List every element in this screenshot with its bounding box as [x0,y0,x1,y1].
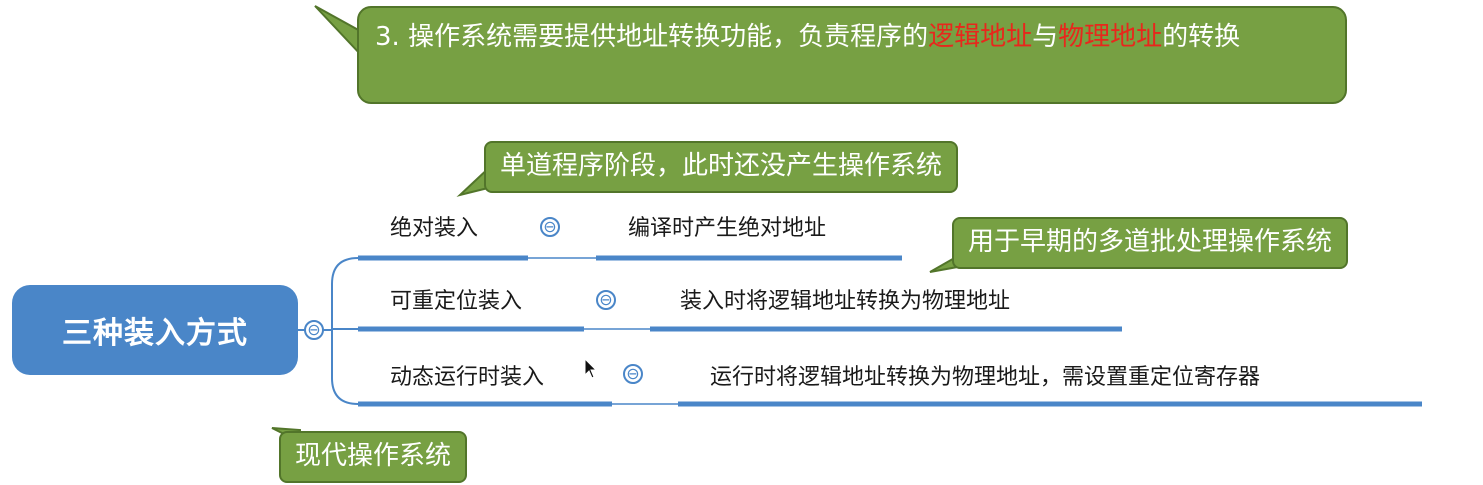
mouse-cursor-icon [584,358,598,379]
root-node[interactable]: 三种装入方式 [12,285,298,375]
detail-dynamic-load[interactable]: 运行时将逻辑地址转换为物理地址，需设置重定位寄存器 [710,364,1260,392]
single-program-callout: 单道程序阶段，此时还没产生操作系统 [484,141,959,193]
detail-relocatable-load[interactable]: 装入时将逻辑地址转换为物理地址 [680,288,1010,316]
mind-map-canvas: 3. 操作系统需要提供地址转换功能，负责程序的逻辑地址与物理地址的转换 单道程序… [0,0,1483,485]
modern-os-text: 现代操作系统 [295,441,452,471]
logical-address-highlight: 逻辑地址 [928,22,1033,52]
branch-1-collapse-toggle[interactable]: ⊖ [540,217,560,237]
address-translation-callout: 3. 操作系统需要提供地址转换功能，负责程序的逻辑地址与物理地址的转换 [357,6,1347,104]
root-label: 三种装入方式 [62,316,248,351]
callout-text-prefix: 3. 操作系统需要提供地址转换功能，负责程序的 [375,22,929,52]
branch-3-collapse-toggle[interactable]: ⊖ [623,364,643,384]
physical-address-highlight: 物理地址 [1058,22,1163,52]
single-program-text: 单道程序阶段，此时还没产生操作系统 [500,151,943,181]
detail-absolute-load[interactable]: 编译时产生绝对地址 [628,215,826,243]
callout-text-suffix: 的转换 [1162,22,1241,52]
branch-relocatable-load[interactable]: 可重定位装入 [390,288,522,316]
branch-absolute-load[interactable]: 绝对装入 [390,215,478,243]
root-collapse-toggle[interactable]: ⊖ [304,320,324,340]
modern-os-callout: 现代操作系统 [279,431,468,483]
branch-2-collapse-toggle[interactable]: ⊖ [596,290,616,310]
main-callout-tail [314,5,363,59]
branch-dynamic-load[interactable]: 动态运行时装入 [390,364,544,392]
early-multi-callout: 用于早期的多道批处理操作系统 [952,217,1349,269]
trunk-bracket [331,257,359,405]
early-multi-text: 用于早期的多道批处理操作系统 [968,227,1333,257]
callout-text-mid: 与 [1032,22,1059,52]
